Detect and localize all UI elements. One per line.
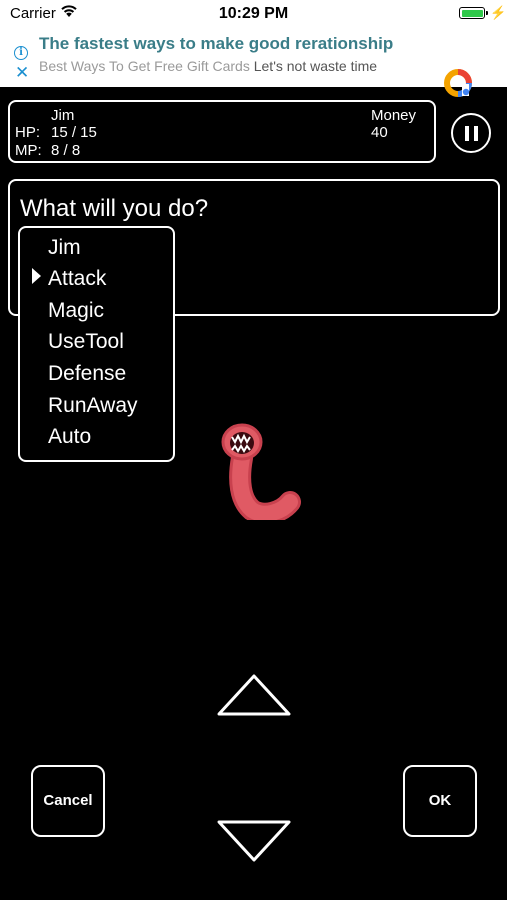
mp-label: MP: xyxy=(15,142,42,159)
menu-item-runaway[interactable]: RunAway xyxy=(48,393,138,418)
ad-logo-icon[interactable] xyxy=(442,67,474,99)
menu-item-magic[interactable]: Magic xyxy=(48,298,104,323)
mp-value: 8 / 8 xyxy=(51,142,81,159)
money-value: 40 xyxy=(371,124,388,141)
charging-icon: ⚡ xyxy=(490,5,507,20)
battery-icon xyxy=(459,7,488,19)
cancel-button[interactable]: Cancel xyxy=(31,765,105,837)
hp-value: 15 / 15 xyxy=(51,124,97,141)
money-label: Money xyxy=(371,107,417,124)
clock: 10:29 PM xyxy=(218,5,289,22)
pause-icon xyxy=(465,126,469,141)
ad-banner[interactable]: i ✕ The fastest ways to make good rerati… xyxy=(0,27,507,97)
ad-subtitle[interactable]: Best Ways To Get Free Gift Cards Let's n… xyxy=(39,58,377,74)
worm-monster-sprite[interactable] xyxy=(212,420,302,520)
menu-item-usetool[interactable]: UseTool xyxy=(48,329,124,354)
ad-close-icon[interactable]: ✕ xyxy=(15,64,29,81)
selection-cursor-icon xyxy=(32,268,41,284)
status-bar: Carrier 10:29 PM ⚡ xyxy=(0,0,507,27)
menu-item-auto[interactable]: Auto xyxy=(48,424,91,449)
ad-info-icon[interactable]: i xyxy=(14,46,28,60)
ad-subtitle-secondary: Let's not waste time xyxy=(253,58,378,74)
ok-button[interactable]: OK xyxy=(403,765,477,837)
menu-header-character: Jim xyxy=(48,236,81,259)
ad-title[interactable]: The fastest ways to make good rerationsh… xyxy=(39,34,393,54)
battle-prompt: What will you do? xyxy=(20,195,209,222)
menu-item-defense[interactable]: Defense xyxy=(48,361,126,386)
menu-item-attack[interactable]: Attack xyxy=(48,266,106,291)
up-arrow-button[interactable] xyxy=(215,672,293,718)
down-arrow-button[interactable] xyxy=(215,818,293,864)
hp-label: HP: xyxy=(15,124,41,141)
ad-subtitle-primary: Best Ways To Get Free Gift Cards xyxy=(39,58,250,74)
hero-name: Jim xyxy=(51,107,75,124)
pause-button[interactable] xyxy=(451,113,491,153)
